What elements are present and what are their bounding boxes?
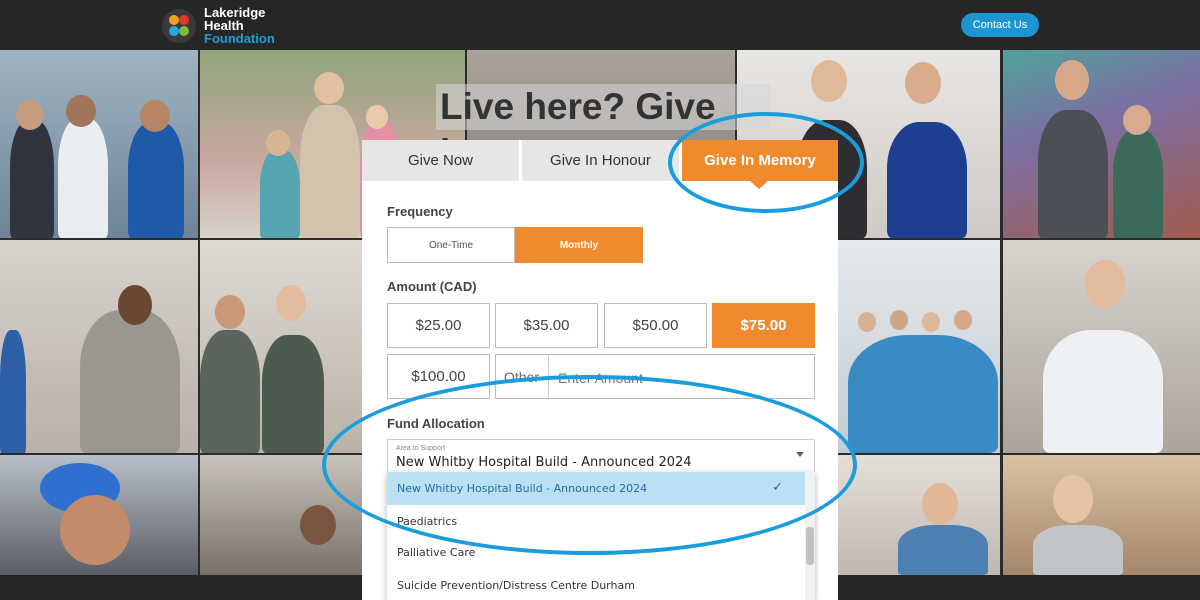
tab-give-now[interactable]: Give Now <box>362 140 519 181</box>
area-to-support-value: New Whitby Hospital Build - Announced 20… <box>396 455 692 470</box>
dropdown-scrollbar-thumb[interactable] <box>806 527 814 565</box>
lab-technician-photo-tile <box>1003 240 1200 453</box>
volunteers-photo-tile <box>200 240 362 453</box>
blue-jays-fan-photo-tile <box>0 455 198 575</box>
foundation-logo[interactable]: Lakeridge Health Foundation <box>162 6 275 45</box>
area-to-support-select[interactable]: Area to Support New Whitby Hospital Buil… <box>387 439 815 475</box>
dropdown-scrollbar[interactable] <box>805 472 815 600</box>
frequency-one-time-button[interactable]: One-Time <box>387 227 515 263</box>
other-amount-divider <box>548 355 549 398</box>
amount-25-button[interactable]: $25.00 <box>387 303 490 348</box>
amount-label: Amount (CAD) <box>387 279 477 294</box>
hallway-photo-tile <box>200 455 362 575</box>
logo-wordmark: Lakeridge Health Foundation <box>204 5 275 46</box>
amount-35-button[interactable]: $35.00 <box>495 303 598 348</box>
tab-give-in-honour[interactable]: Give In Honour <box>522 140 679 181</box>
check-icon: ✓ <box>772 480 783 495</box>
dropdown-option-new-whitby-hospital[interactable]: New Whitby Hospital Build - Announced 20… <box>387 472 805 505</box>
other-amount-label: Other <box>504 369 540 385</box>
dropdown-option-paediatrics[interactable]: Paediatrics <box>387 505 805 538</box>
other-amount-input[interactable] <box>556 365 810 391</box>
lakeridge-logo-icon <box>162 8 196 43</box>
dropdown-option-suicide-prevention[interactable]: Suicide Prevention/Distress Centre Durha… <box>387 569 805 600</box>
frequency-monthly-button[interactable]: Monthly <box>515 227 643 263</box>
area-to-support-label: Area to Support <box>396 445 446 452</box>
page-title: Live here? Give here <box>436 84 770 173</box>
amount-75-button[interactable]: $75.00 <box>712 303 815 348</box>
donation-type-tabs: Give Now Give In Honour Give In Memory <box>362 140 838 189</box>
frequency-label: Frequency <box>387 204 453 219</box>
patient-room-photo-tile <box>838 455 1000 575</box>
staff-photo-tile <box>0 50 198 238</box>
elderly-patient-photo-tile <box>1003 455 1200 575</box>
tab-give-in-memory[interactable]: Give In Memory <box>682 140 838 181</box>
dropdown-option-palliative-care[interactable]: Palliative Care <box>387 536 805 569</box>
active-tab-caret <box>750 181 768 189</box>
nurse-photo-tile <box>1003 50 1200 238</box>
fund-allocation-label: Fund Allocation <box>387 416 485 431</box>
amount-50-button[interactable]: $50.00 <box>604 303 707 348</box>
amount-100-button[interactable]: $100.00 <box>387 354 490 399</box>
top-navigation-bar: Lakeridge Health Foundation Contact Us <box>0 0 1200 50</box>
surgical-team-photo-tile <box>838 240 1000 453</box>
caret-down-icon[interactable] <box>796 452 804 457</box>
other-amount-field: Other <box>495 354 815 399</box>
contact-us-button[interactable]: Contact Us <box>961 13 1039 37</box>
area-to-support-dropdown: New Whitby Hospital Build - Announced 20… <box>387 472 815 600</box>
dropdown-option-label: New Whitby Hospital Build - Announced 20… <box>397 482 648 495</box>
patient-dialysis-photo-tile <box>0 240 198 453</box>
